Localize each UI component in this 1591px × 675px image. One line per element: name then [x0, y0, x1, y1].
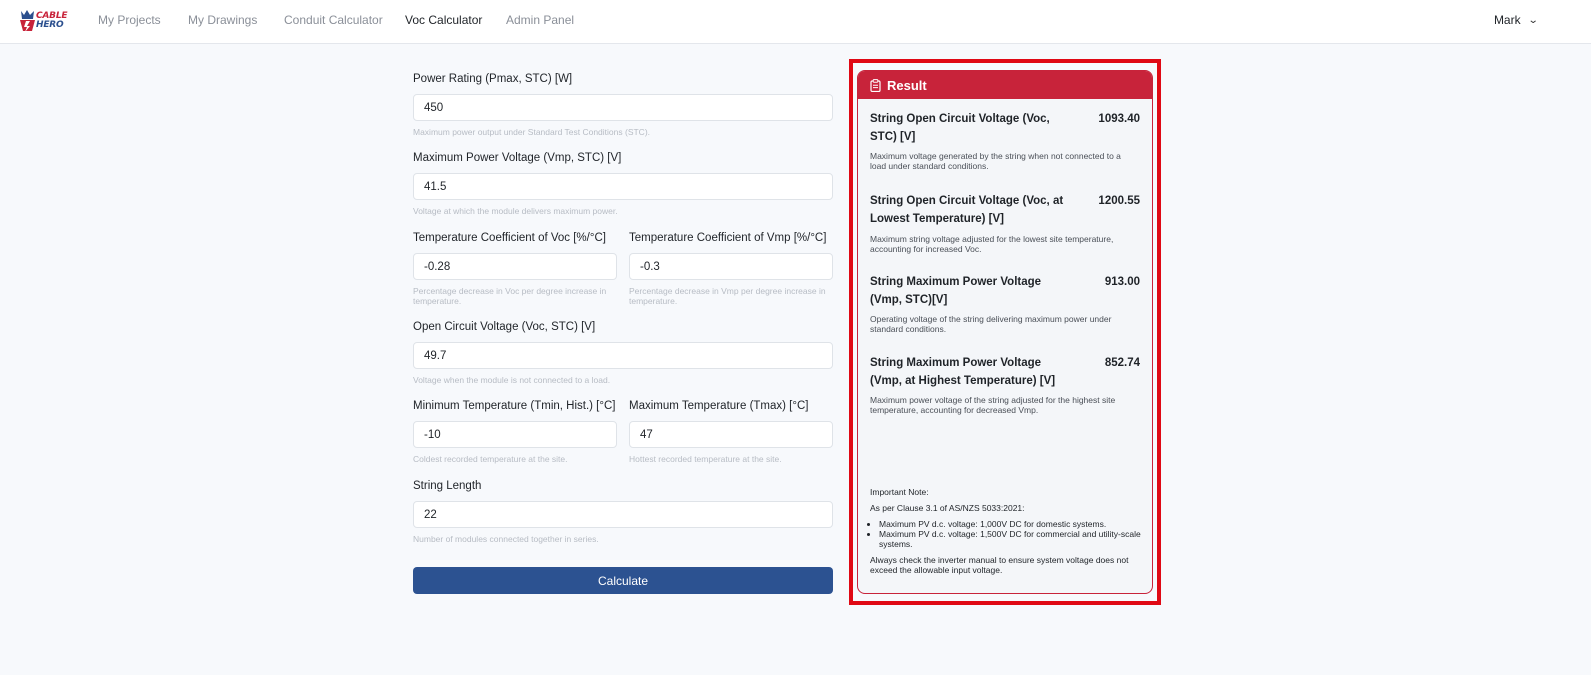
result-item-value: 913.00 [1104, 276, 1140, 288]
result-item-desc: Operating voltage of the string deliveri… [870, 314, 1112, 334]
nav-my-drawings[interactable]: My Drawings [188, 13, 257, 27]
nav-conduit-calculator[interactable]: Conduit Calculator [284, 13, 383, 27]
vmp-help: Voltage at which the module delivers max… [413, 206, 618, 216]
result-header: Result [858, 71, 1152, 99]
result-item-title: String Open Circuit Voltage (Voc, at Low… [870, 195, 1064, 225]
result-title: Result [887, 77, 927, 93]
temp-coef-vmp-label: Temperature Coefficient of Vmp [%/°C] [629, 232, 827, 244]
logo-figure-icon [20, 10, 35, 32]
string-length-help: Number of modules connected together in … [413, 534, 599, 544]
user-menu[interactable]: Mark ⌄ [1493, 13, 1539, 27]
result-item-value: 1093.40 [1098, 113, 1140, 125]
tmax-label: Maximum Temperature (Tmax) [°C] [629, 400, 809, 412]
temp-coef-voc-input[interactable] [413, 253, 617, 280]
voc-input[interactable] [413, 342, 833, 369]
logo-line-2: HERO [36, 20, 64, 30]
tmin-help: Coldest recorded temperature at the site… [413, 454, 568, 464]
temp-coef-voc-help: Percentage decrease in Voc per degree in… [413, 286, 607, 306]
voc-help: Voltage when the module is not connected… [413, 375, 611, 385]
important-note: Important Note: As per Clause 3.1 of AS/… [870, 487, 1142, 581]
result-item-title: String Maximum Power Voltage (Vmp, STC)[… [870, 276, 1042, 306]
tmax-input[interactable] [629, 421, 833, 448]
string-length-label: String Length [413, 480, 482, 492]
string-length-input[interactable] [413, 501, 833, 528]
chevron-down-icon: ⌄ [1527, 14, 1539, 26]
user-name: Mark [1493, 13, 1521, 27]
result-item-desc: Maximum string voltage adjusted for the … [870, 234, 1114, 254]
note-clause: As per Clause 3.1 of AS/NZS 5033:2021: [870, 503, 1025, 513]
note-footer: Always check the inverter manual to ensu… [870, 555, 1129, 575]
voc-label: Open Circuit Voltage (Voc, STC) [V] [413, 321, 596, 333]
nav-admin-panel[interactable]: Admin Panel [506, 13, 574, 27]
result-item-value: 852.74 [1104, 357, 1140, 369]
result-card: Result String Open Circuit Voltage (Voc,… [857, 70, 1153, 594]
vmp-input[interactable] [413, 173, 833, 200]
result-item-desc: Maximum voltage generated by the string … [870, 151, 1121, 171]
tmin-input[interactable] [413, 421, 617, 448]
temp-coef-voc-label: Temperature Coefficient of Voc [%/°C] [413, 232, 606, 244]
result-item-title: String Maximum Power Voltage (Vmp, at Hi… [870, 357, 1056, 387]
tmin-label: Minimum Temperature (Tmin, Hist.) [°C] [413, 400, 616, 412]
result-item-desc: Maximum power voltage of the string adju… [870, 395, 1116, 415]
nav-my-projects[interactable]: My Projects [98, 13, 161, 27]
clipboard-icon [870, 78, 881, 92]
note-list: Maximum PV d.c. voltage: 1,000V DC for d… [870, 519, 1142, 549]
note-bullet: Maximum PV d.c. voltage: 1,500V DC for c… [879, 529, 1142, 549]
temp-coef-vmp-help: Percentage decrease in Vmp per degree in… [629, 286, 826, 306]
power-rating-input[interactable] [413, 94, 833, 121]
note-bullet: Maximum PV d.c. voltage: 1,000V DC for d… [879, 519, 1142, 529]
tmax-help: Hottest recorded temperature at the site… [629, 454, 782, 464]
nav-voc-calculator[interactable]: Voc Calculator [405, 13, 482, 27]
top-navbar: CABLE HERO My Projects My Drawings Condu… [0, 0, 1591, 44]
cable-hero-logo[interactable]: CABLE HERO [18, 7, 70, 35]
calculate-button[interactable]: Calculate [413, 567, 833, 594]
note-heading: Important Note: [870, 487, 929, 497]
temp-coef-vmp-input[interactable] [629, 253, 833, 280]
power-rating-label: Power Rating (Pmax, STC) [W] [413, 73, 573, 85]
power-rating-help: Maximum power output under Standard Test… [413, 127, 651, 137]
result-item-title: String Open Circuit Voltage (Voc, STC) [… [870, 113, 1050, 143]
vmp-label: Maximum Power Voltage (Vmp, STC) [V] [413, 152, 622, 164]
result-item-value: 1200.55 [1098, 195, 1140, 207]
